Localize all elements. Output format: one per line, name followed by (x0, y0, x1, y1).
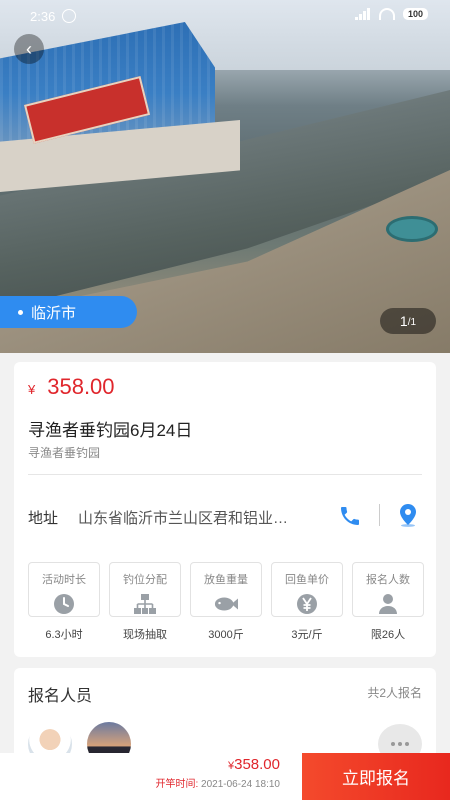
event-info-card: ¥ 358.00 寻渔者垂钓园6月24日 寻渔者垂钓园 地址 山东省临沂市兰山区… (14, 362, 436, 657)
price-value: 358.00 (234, 756, 280, 773)
status-icons: 100 (354, 8, 428, 20)
person-icon (376, 593, 400, 615)
stat-label: 活动时长 (42, 574, 86, 586)
signal-icon (354, 8, 371, 20)
price-symbol: ¥ (28, 382, 36, 397)
image-index: 1 (399, 313, 408, 329)
dot-icon (398, 742, 402, 746)
stat-label: 钓位分配 (123, 574, 167, 586)
alarm-icon (62, 9, 76, 23)
location-pin-icon[interactable] (397, 503, 419, 527)
stat-label: 报名人数 (366, 574, 410, 586)
stat-value: 限26人 (370, 629, 406, 641)
stat-label: 放鱼重量 (204, 574, 248, 586)
stat-spot-allocation: 钓位分配 现场抽取 (109, 562, 181, 642)
event-title: 寻渔者垂钓园6月24日 (28, 421, 193, 440)
divider (28, 474, 422, 475)
photo-bucket (386, 216, 438, 242)
registrants-title: 报名人员 (28, 688, 93, 705)
stat-value: 3000斤 (208, 629, 244, 641)
start-time: 开竿时间: 2021-06-24 18:10 (155, 775, 280, 790)
stat-fish-weight: 放鱼重量 3000斤 (190, 562, 262, 642)
status-time: 2:36 (30, 9, 56, 24)
bottom-action-bar: ¥358.00 开竿时间: 2021-06-24 18:10 立即报名 (0, 753, 450, 800)
bottom-price: ¥358.00 (228, 756, 280, 773)
stat-signup-limit: 报名人数 限26人 (352, 562, 424, 642)
dot-icon (405, 742, 409, 746)
event-price: ¥ 358.00 (28, 374, 115, 400)
hierarchy-icon (133, 593, 157, 615)
stats-row: 活动时长 6.3小时 钓位分配 现场抽取 放鱼重量 3000斤 回鱼单价 3元/… (28, 562, 424, 642)
battery-icon: 100 (402, 8, 428, 20)
action-separator (379, 504, 380, 526)
price-value: 358.00 (47, 374, 115, 399)
fish-icon (214, 593, 238, 615)
stat-duration: 活动时长 6.3小时 (28, 562, 100, 642)
clock-icon (52, 593, 76, 615)
wifi-icon (378, 8, 395, 20)
city-badge: 临沂市 (0, 296, 137, 328)
stat-return-price: 回鱼单价 3元/斤 (271, 562, 343, 642)
stat-value: 现场抽取 (123, 629, 167, 641)
stat-label: 回鱼单价 (285, 574, 329, 586)
dot-icon (18, 309, 23, 315)
registrants-count: 共2人报名 (367, 686, 422, 700)
stat-value: 6.3小时 (45, 629, 83, 641)
stat-box: 钓位分配 (109, 562, 181, 617)
stat-box: 回鱼单价 (271, 562, 343, 617)
stat-box: 活动时长 (28, 562, 100, 617)
start-time-value: 2021-06-24 18:10 (201, 779, 280, 790)
stat-box: 报名人数 (352, 562, 424, 617)
dot-icon (391, 742, 395, 746)
image-counter: 1 /1 (380, 308, 436, 334)
signup-button[interactable]: 立即报名 (302, 753, 450, 800)
yen-icon (295, 593, 319, 615)
start-time-label: 开竿时间: (155, 779, 199, 790)
image-total: /1 (407, 317, 417, 328)
status-bar: 2:36 100 (0, 0, 450, 32)
address-value[interactable]: 山东省临沂市兰山区君和铝业… (78, 507, 308, 528)
back-button[interactable]: ‹ (14, 34, 44, 64)
venue-name: 寻渔者垂钓园 (28, 446, 101, 460)
phone-icon[interactable] (338, 504, 362, 528)
city-name: 临沂市 (31, 304, 77, 322)
address-label: 地址 (28, 510, 59, 527)
chevron-left-icon: ‹ (26, 38, 32, 59)
stat-box: 放鱼重量 (190, 562, 262, 617)
stat-value: 3元/斤 (291, 629, 323, 641)
